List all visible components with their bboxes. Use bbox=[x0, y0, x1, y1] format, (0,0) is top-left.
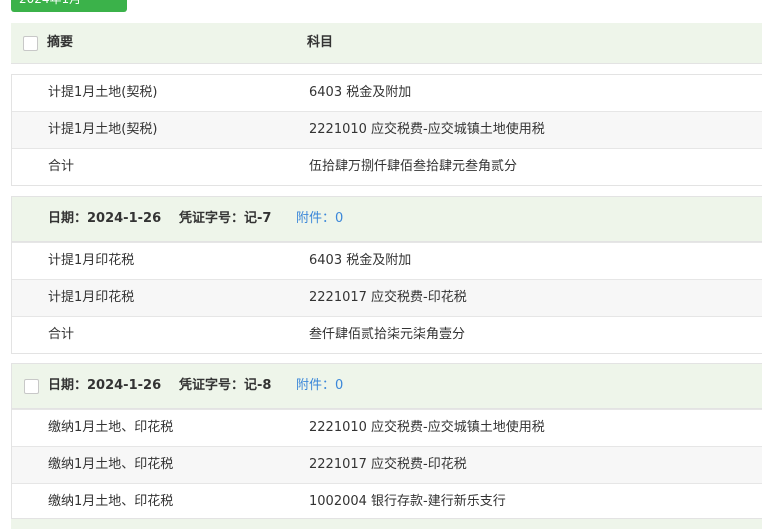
table-row[interactable]: 计提1月印花税 6403 税金及附加 bbox=[12, 242, 762, 279]
row-account: 2221010 应交税费-应交城镇土地使用税 bbox=[309, 122, 545, 137]
column-header-summary: 摘要 bbox=[47, 35, 74, 50]
period-button[interactable]: 2024年1月 bbox=[11, 0, 127, 12]
row-summary: 计提1月印花税 bbox=[48, 290, 135, 305]
table-row[interactable]: 计提1月土地(契税) 2221010 应交税费-应交城镇土地使用税 bbox=[12, 111, 762, 148]
voucher-date: 日期：2024-1-26 bbox=[48, 378, 162, 393]
row-account: 2221017 应交税费-印花税 bbox=[309, 457, 467, 472]
table-row[interactable]: 计提1月印花税 2221017 应交税费-印花税 bbox=[12, 279, 762, 316]
select-all-checkbox[interactable] bbox=[23, 36, 38, 51]
row-summary: 计提1月土地(契税) bbox=[48, 85, 158, 100]
table-row[interactable]: 缴纳1月土地、印花税 2221017 应交税费-印花税 bbox=[12, 446, 762, 483]
row-summary: 缴纳1月土地、印花税 bbox=[48, 494, 174, 509]
row-summary: 缴纳1月土地、印花税 bbox=[48, 420, 174, 435]
total-label: 合计 bbox=[48, 327, 75, 342]
voucher-number: 凭证字号：记-8 bbox=[179, 378, 272, 393]
row-account: 6403 税金及附加 bbox=[309, 85, 412, 100]
total-amount-text: 伍拾肆万捌仟肆佰叁拾肆元叁角贰分 bbox=[309, 159, 518, 174]
voucher-number: 凭证字号：记-7 bbox=[179, 211, 272, 226]
voucher-card-3: 日期：2024-1-26 凭证字号：记-8 附件：0 缴纳1月土地、印花税 22… bbox=[11, 363, 762, 521]
total-amount-text: 叁仟肆佰贰拾柒元柒角壹分 bbox=[309, 327, 466, 342]
voucher-header: 日期：2024-1-26 凭证字号：记-8 附件：0 bbox=[12, 364, 762, 409]
voucher-date: 日期：2024-1-26 bbox=[48, 211, 162, 226]
total-label: 合计 bbox=[48, 159, 75, 174]
row-summary: 计提1月土地(契税) bbox=[48, 122, 158, 137]
row-account: 1002004 银行存款-建行新乐支行 bbox=[309, 494, 506, 509]
attachment-link[interactable]: 附件：0 bbox=[296, 197, 343, 241]
row-summary: 计提1月印花税 bbox=[48, 253, 135, 268]
table-row[interactable]: 缴纳1月土地、印花税 1002004 银行存款-建行新乐支行 bbox=[12, 483, 762, 520]
row-account: 2221017 应交税费-印花税 bbox=[309, 290, 467, 305]
next-voucher-header-edge bbox=[11, 518, 762, 529]
total-row: 合计 叁仟肆佰贰拾柒元柒角壹分 bbox=[12, 316, 762, 353]
voucher-header: 日期：2024-1-26 凭证字号：记-7 附件：0 bbox=[12, 197, 762, 242]
table-row[interactable]: 缴纳1月土地、印花税 2221010 应交税费-应交城镇土地使用税 bbox=[12, 409, 762, 446]
voucher-card-1: 计提1月土地(契税) 6403 税金及附加 计提1月土地(契税) 2221010… bbox=[11, 74, 762, 186]
voucher-list-page: 2024年1月 摘要 科目 计提1月土地(契税) 6403 税金及附加 计提1月… bbox=[0, 0, 762, 529]
column-header-account: 科目 bbox=[307, 35, 334, 50]
total-row: 合计 伍拾肆万捌仟肆佰叁拾肆元叁角贰分 bbox=[12, 148, 762, 185]
table-row[interactable]: 计提1月土地(契税) 6403 税金及附加 bbox=[12, 75, 762, 111]
voucher-select-checkbox[interactable] bbox=[24, 379, 39, 394]
attachment-link[interactable]: 附件：0 bbox=[296, 364, 343, 408]
row-account: 2221010 应交税费-应交城镇土地使用税 bbox=[309, 420, 545, 435]
row-account: 6403 税金及附加 bbox=[309, 253, 412, 268]
voucher-card-2: 日期：2024-1-26 凭证字号：记-7 附件：0 计提1月印花税 6403 … bbox=[11, 196, 762, 354]
row-summary: 缴纳1月土地、印花税 bbox=[48, 457, 174, 472]
table-header: 摘要 科目 bbox=[11, 23, 762, 64]
